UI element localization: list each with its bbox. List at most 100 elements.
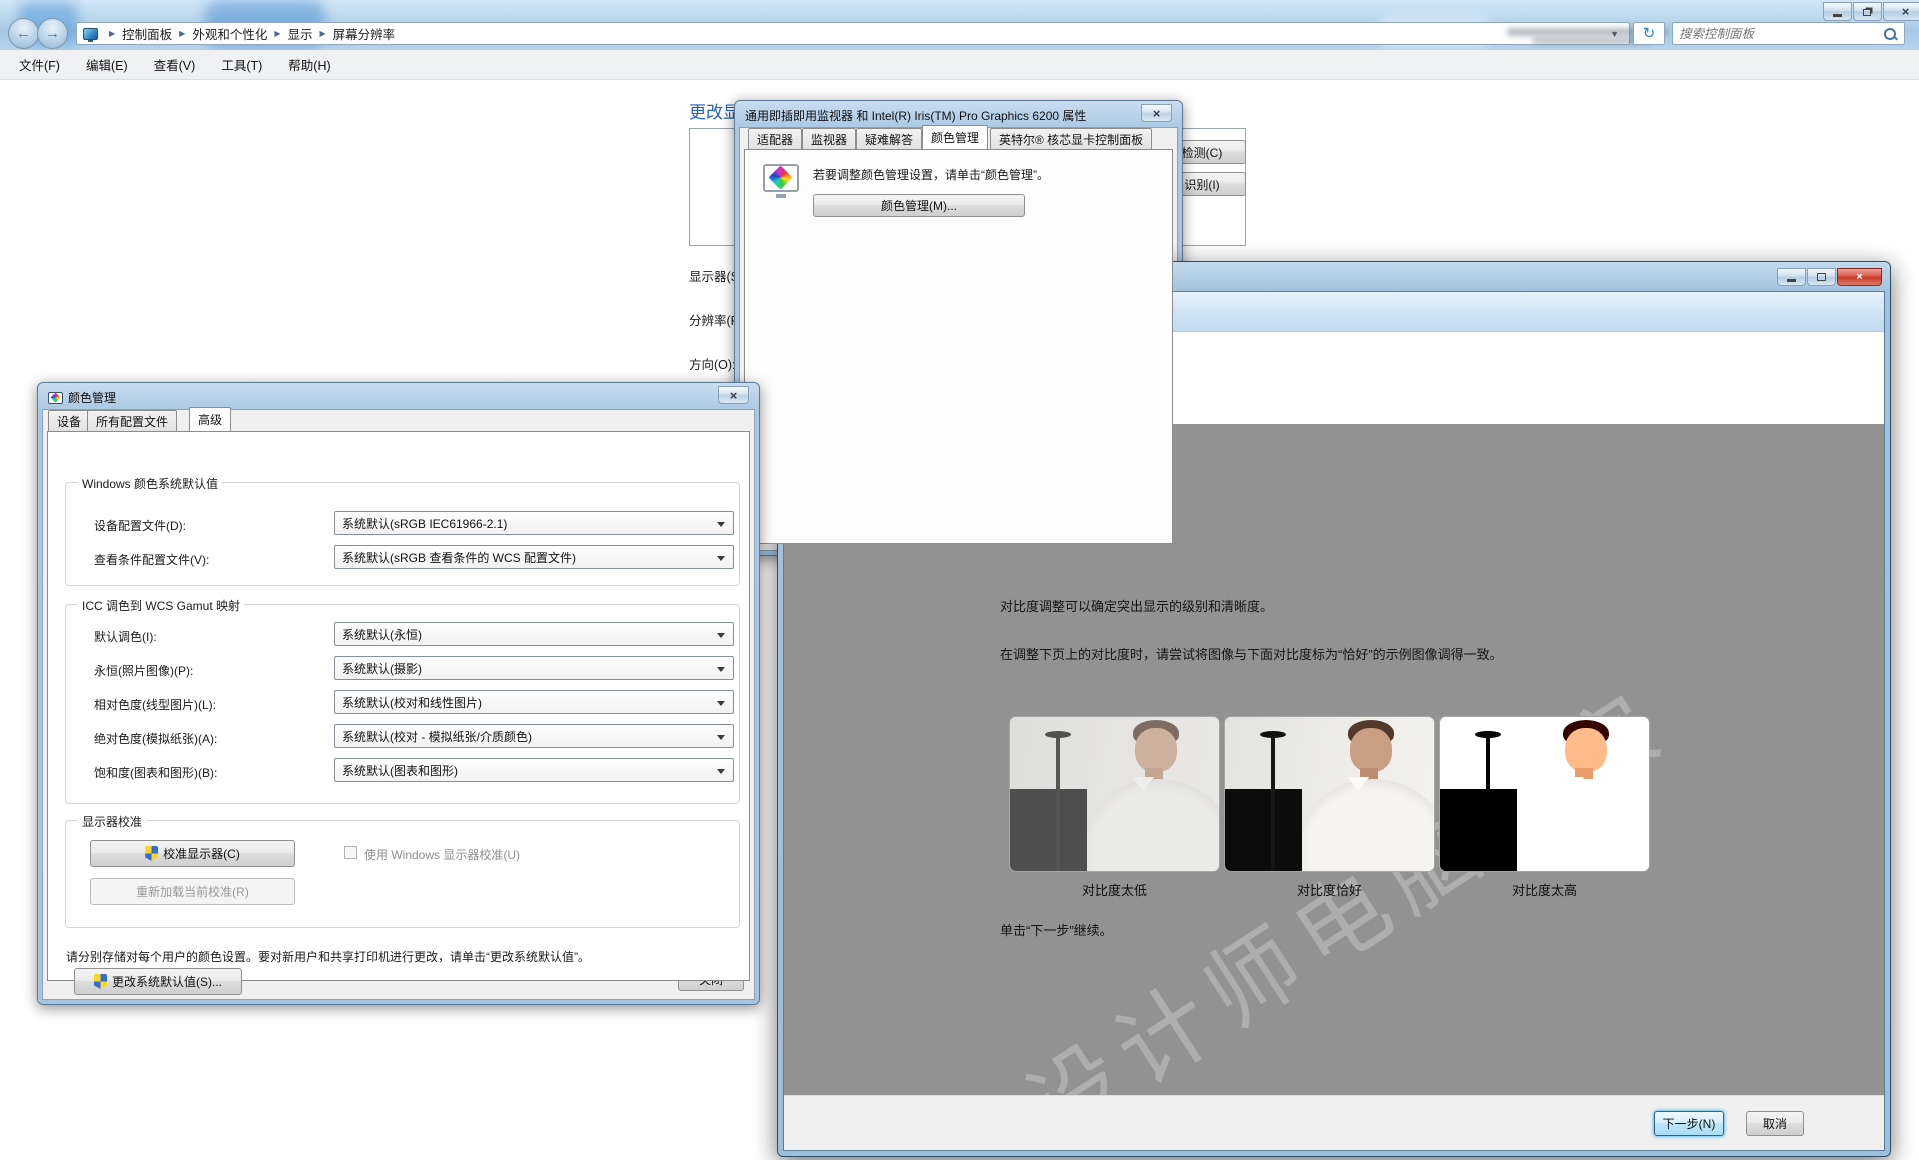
man-photo (1440, 717, 1649, 871)
breadcrumb-appearance[interactable]: 外观和个性化 (192, 24, 267, 43)
close-icon: × (730, 389, 738, 402)
next-button[interactable]: 下一步(N) (1654, 1111, 1724, 1136)
default-rendering-label: 默认调色(I): (94, 628, 157, 645)
forward-arrow-icon: → (45, 25, 60, 42)
menu-help[interactable]: 帮助(H) (275, 55, 343, 74)
screen-resolution-icon (83, 28, 98, 40)
viewing-conditions-label: 查看条件配置文件(V): (94, 551, 209, 568)
page-title: 更改显 (689, 98, 740, 123)
group-legend: 显示器校准 (78, 813, 146, 830)
device-profile-label: 设备配置文件(D): (94, 517, 186, 534)
per-user-note: 请分别存储对每个用户的颜色设置。要对新用户和共享打印机进行更改，请单击“更改系统… (66, 948, 590, 965)
tab-page: 若要调整颜色管理设置，请单击“颜色管理”。 颜色管理(M)... (744, 149, 1173, 544)
saturation-select[interactable]: 系统默认(图表和图形) (334, 758, 734, 782)
calibrate-display-label: 校准显示器(C) (163, 845, 240, 862)
reload-calibration-button[interactable]: 重新加载当前校准(R) (90, 878, 295, 905)
caption-just-right: 对比度恰好 (1224, 880, 1435, 899)
dialog-close-button[interactable]: × (718, 386, 749, 404)
refresh-icon: ↻ (1643, 25, 1656, 42)
breadcrumb-separator-icon: ▶ (109, 29, 115, 38)
menu-edit[interactable]: 编辑(E) (73, 55, 141, 74)
uac-shield-icon (145, 846, 158, 861)
tab-intel-graphics[interactable]: 英特尔® 核芯显卡控制面板 (990, 128, 1152, 149)
color-management-hint: 若要调整颜色管理设置，请单击“颜色管理”。 (813, 166, 1049, 183)
menu-file[interactable]: 文件(F) (6, 55, 73, 74)
display-calibration-group: 显示器校准 (65, 820, 740, 928)
change-system-defaults-label: 更改系统默认值(S)... (112, 973, 222, 990)
address-bar[interactable]: ▶ 控制面板 ▶ 外观和个性化 ▶ 显示 ▶ 屏幕分辨率 ▼ (76, 22, 1630, 45)
close-button[interactable]: × (1837, 268, 1882, 286)
breadcrumb-screen-resolution[interactable]: 屏幕分辨率 (333, 24, 396, 43)
calibrate-display-button[interactable]: 校准显示器(C) (90, 840, 295, 867)
dialog-title-text: 颜色管理 (68, 389, 116, 406)
relative-colorimetric-label: 相对色度(线型图片)(L): (94, 696, 216, 713)
maximize-icon (1817, 273, 1826, 281)
tab-troubleshoot[interactable]: 疑难解答 (856, 128, 922, 149)
dialog-body: 设备 所有配置文件 高级 Windows 颜色系统默认值 设备配置文件(D): … (42, 409, 755, 1000)
close-button[interactable]: × (1883, 2, 1919, 21)
maximize-button[interactable] (1807, 268, 1836, 286)
breadcrumb-separator-icon: ▶ (274, 29, 280, 38)
menu-view[interactable]: 查看(V) (141, 55, 209, 74)
minimize-icon (1787, 279, 1796, 282)
back-button[interactable]: ← (8, 18, 39, 49)
contrast-description: 对比度调整可以确定突出显示的级别和清晰度。 (1000, 596, 1273, 615)
restore-icon (1863, 9, 1871, 16)
device-profile-select[interactable]: 系统默认(sRGB IEC61966-2.1) (334, 511, 734, 535)
navigation-buttons: ← → (8, 18, 68, 49)
tab-monitor[interactable]: 监视器 (802, 128, 856, 149)
search-input[interactable] (1673, 27, 1882, 41)
uac-shield-icon (94, 974, 107, 989)
close-icon: × (1856, 271, 1862, 283)
relative-colorimetric-select[interactable]: 系统默认(校对和线性图片) (334, 690, 734, 714)
absolute-colorimetric-label: 绝对色度(模拟纸张)(A): (94, 730, 217, 747)
color-management-button[interactable]: 颜色管理(M)... (813, 194, 1025, 217)
sample-image-high-contrast (1439, 716, 1650, 872)
minimize-button[interactable] (1823, 2, 1852, 21)
color-management-dialog: 颜色管理 × 设备 所有配置文件 高级 Windows 颜色系统默认值 设备配置… (37, 382, 760, 1005)
dialog-title: 通用即插即用监视器 和 Intel(R) Iris(TM) Pro Graphi… (745, 107, 1086, 124)
default-rendering-select[interactable]: 系统默认(永恒) (334, 622, 734, 646)
breadcrumb-display[interactable]: 显示 (288, 24, 313, 43)
tab-page: Windows 颜色系统默认值 设备配置文件(D): 系统默认(sRGB IEC… (47, 431, 750, 981)
use-windows-calibration-label: 使用 Windows 显示器校准(U) (364, 846, 520, 863)
window-controls: × (1822, 2, 1919, 21)
caption-too-high: 对比度太高 (1439, 880, 1650, 899)
color-management-icon (48, 392, 63, 404)
absolute-colorimetric-select[interactable]: 系统默认(校对 - 模拟纸张/介质颜色) (334, 724, 734, 748)
restore-button[interactable] (1853, 2, 1882, 21)
menu-tools[interactable]: 工具(T) (208, 55, 275, 74)
man-photo (1010, 717, 1219, 871)
orientation-label: 方向(O): (689, 354, 736, 373)
cancel-button[interactable]: 取消 (1746, 1111, 1804, 1136)
dialog-title: 颜色管理 (48, 389, 116, 406)
man-photo (1225, 717, 1434, 871)
forward-button[interactable]: → (37, 18, 68, 49)
dialog-close-button[interactable]: × (1141, 104, 1172, 122)
tab-devices[interactable]: 设备 (48, 410, 90, 431)
sample-captions: 对比度太低 对比度恰好 对比度太高 (1009, 880, 1650, 899)
breadcrumb-control-panel[interactable]: 控制面板 (122, 24, 172, 43)
contrast-samples (1009, 716, 1650, 872)
tab-all-profiles[interactable]: 所有配置文件 (87, 410, 177, 431)
sample-image-low-contrast (1009, 716, 1220, 872)
group-legend: Windows 颜色系统默认值 (78, 475, 222, 492)
perceptual-label: 永恒(照片图像)(P): (94, 662, 193, 679)
close-icon: × (1153, 107, 1161, 120)
tab-advanced[interactable]: 高级 (189, 407, 231, 431)
contrast-instruction: 在调整下页上的对比度时，请尝试将图像与下面对比度标为“恰好”的示例图像调得一致。 (1000, 644, 1503, 663)
minimize-button[interactable] (1777, 268, 1806, 286)
sample-image-good-contrast (1224, 716, 1435, 872)
window-controls: × (1776, 268, 1882, 286)
change-system-defaults-button[interactable]: 更改系统默认值(S)... (74, 968, 242, 995)
dialog-body: 适配器 监视器 疑难解答 颜色管理 英特尔® 核芯显卡控制面板 若要调整颜色管理… (739, 127, 1178, 551)
tab-color-management[interactable]: 颜色管理 (922, 125, 988, 149)
perceptual-select[interactable]: 系统默认(摄影) (334, 656, 734, 680)
use-windows-calibration-checkbox[interactable] (344, 846, 357, 859)
saturation-label: 饱和度(图表和图形)(B): (94, 764, 217, 781)
tab-adapter[interactable]: 适配器 (748, 128, 802, 149)
viewing-conditions-select[interactable]: 系统默认(sRGB 查看条件的 WCS 配置文件) (334, 545, 734, 569)
window-titlebar: × ← → ▶ 控制面板 ▶ 外观和个性化 ▶ 显示 ▶ 屏幕分辨率 ▼ ↻ (0, 0, 1919, 50)
monitor-properties-dialog: 通用即插即用监视器 和 Intel(R) Iris(TM) Pro Graphi… (734, 100, 1183, 556)
refresh-button[interactable]: ↻ (1633, 22, 1665, 45)
